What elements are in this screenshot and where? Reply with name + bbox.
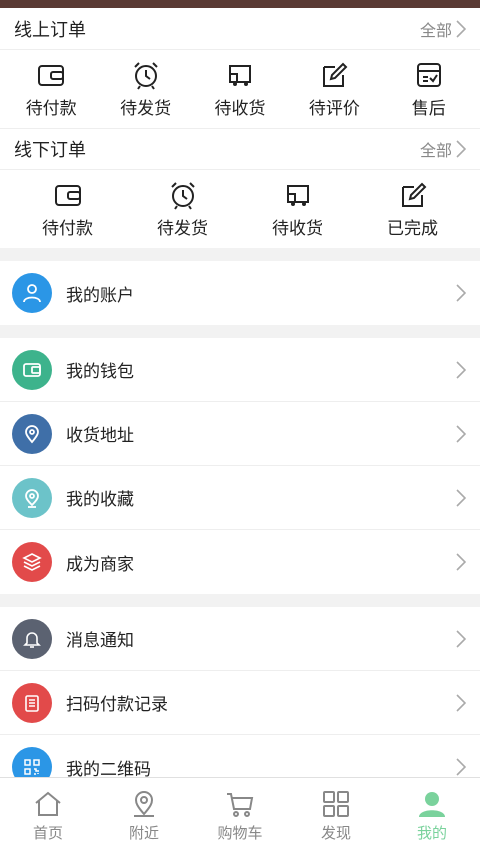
offline-orders-title: 线下订单 <box>14 140 86 161</box>
menu-item-my-account[interactable]: 我的账户 <box>0 261 480 325</box>
online-orders-all-link[interactable]: 全部 <box>420 17 466 41</box>
menu-item-label: 收货地址 <box>66 426 134 446</box>
menu-item-notifications[interactable]: 消息通知 <box>0 607 480 671</box>
menu-group-wallet: 我的钱包 收货地址 我的收藏 成为商家 <box>0 338 480 594</box>
user-icon <box>12 273 52 313</box>
offline-orders-row: 待付款 待发货 待收货 已完成 <box>0 170 480 248</box>
bell-icon <box>12 618 52 659</box>
tab-label: 首页 <box>32 824 63 842</box>
alarm-clock-icon <box>133 61 158 90</box>
layers-icon <box>12 542 52 582</box>
home-icon <box>35 791 61 816</box>
order-item-label: 待收货 <box>272 218 323 239</box>
wallet-icon <box>12 349 52 390</box>
chevron-right-icon <box>456 629 466 648</box>
chevron-right-icon <box>456 360 466 379</box>
online-orders-header: 线上订单 全部 <box>0 8 480 50</box>
online-orders-section: 线上订单 全部 待付款 待发货 待收货 待评价 售后 线下订单 全部 待付款 待… <box>0 8 480 248</box>
bottom-tab-bar: 首页 附近 购物车 发现 我的 <box>0 777 480 853</box>
delivery-truck-icon <box>228 64 251 86</box>
menu-item-shipping-address[interactable]: 收货地址 <box>0 402 480 466</box>
tab-mine[interactable]: 我的 <box>384 778 480 853</box>
menu-group-notifications: 消息通知 扫码付款记录 我的二维码 <box>0 607 480 777</box>
tab-label: 购物车 <box>217 824 263 842</box>
tab-cart[interactable]: 购物车 <box>192 778 288 853</box>
order-item-label: 待发货 <box>120 98 172 119</box>
offline-order-pending-shipment[interactable]: 待发货 <box>138 180 228 239</box>
chevron-right-icon <box>456 284 466 302</box>
chevron-right-icon <box>456 553 466 571</box>
order-item-label: 已完成 <box>387 218 438 239</box>
qr-code-icon <box>12 747 52 777</box>
alarm-clock-icon <box>170 181 195 210</box>
offline-order-pending-payment[interactable]: 待付款 <box>23 180 113 239</box>
offline-order-completed[interactable]: 已完成 <box>368 180 458 239</box>
all-label: 全部 <box>419 20 452 40</box>
menu-group-account: 我的账户 <box>0 261 480 325</box>
tab-home[interactable]: 首页 <box>0 778 96 853</box>
online-order-after-sales[interactable]: 售后 <box>384 60 474 119</box>
tab-discover[interactable]: 发现 <box>288 778 384 853</box>
tab-label: 附近 <box>128 824 159 842</box>
menu-item-my-qr-code[interactable]: 我的二维码 <box>0 735 480 777</box>
edit-icon <box>401 182 426 207</box>
order-item-label: 待付款 <box>25 98 77 119</box>
clipboard-icon <box>12 682 52 723</box>
online-order-pending-shipment[interactable]: 待发货 <box>101 60 191 119</box>
menu-item-scan-payment-records[interactable]: 扫码付款记录 <box>0 671 480 735</box>
order-item-label: 待付款 <box>42 218 93 239</box>
chevron-right-icon <box>456 693 466 712</box>
edit-icon <box>323 62 348 87</box>
chevron-right-icon <box>456 424 466 443</box>
order-item-label: 售后 <box>411 98 446 119</box>
grid-icon <box>323 791 349 817</box>
menu-item-become-merchant[interactable]: 成为商家 <box>0 530 480 594</box>
profile-icon <box>419 792 445 817</box>
order-item-label: 待收货 <box>214 98 266 119</box>
all-label: 全部 <box>419 141 452 160</box>
online-order-pending-payment[interactable]: 待付款 <box>6 60 96 119</box>
chevron-right-icon <box>456 19 466 38</box>
header-image-strip <box>0 0 480 8</box>
menu-item-label: 我的二维码 <box>66 759 151 778</box>
menu-item-label: 我的收藏 <box>66 490 134 510</box>
offline-orders-all-link[interactable]: 全部 <box>420 137 466 161</box>
menu-item-label: 消息通知 <box>66 631 134 651</box>
delivery-truck-icon <box>286 184 309 206</box>
online-orders-row: 待付款 待发货 待收货 待评价 售后 <box>0 50 480 128</box>
online-orders-title: 线上订单 <box>14 19 86 41</box>
tab-label: 我的 <box>416 824 447 842</box>
section-divider <box>0 325 480 338</box>
after-sales-box-icon <box>416 62 441 87</box>
menu-item-my-favorites[interactable]: 我的收藏 <box>0 466 480 530</box>
section-divider <box>0 594 480 607</box>
offline-order-pending-receipt[interactable]: 待收货 <box>253 180 343 239</box>
wallet-icon <box>38 64 65 86</box>
menu-item-label: 我的钱包 <box>66 362 134 382</box>
order-item-label: 待发货 <box>157 218 208 239</box>
online-order-pending-review[interactable]: 待评价 <box>289 60 379 119</box>
tab-nearby[interactable]: 附近 <box>96 778 192 853</box>
chevron-right-icon <box>456 758 466 776</box>
nearby-pin-icon <box>134 791 154 817</box>
menu-item-label: 成为商家 <box>66 554 134 575</box>
menu-item-label: 扫码付款记录 <box>66 695 168 715</box>
tab-label: 发现 <box>320 824 351 842</box>
chevron-right-icon <box>456 488 466 507</box>
location-pin-icon <box>12 413 52 454</box>
cart-icon <box>227 793 254 817</box>
favorite-pin-icon <box>12 477 52 518</box>
offline-orders-header: 线下订单 全部 <box>0 128 480 170</box>
menu-item-label: 我的账户 <box>66 285 134 306</box>
order-item-label: 待评价 <box>308 98 360 119</box>
online-order-pending-receipt[interactable]: 待收货 <box>195 60 285 119</box>
wallet-icon <box>54 184 81 206</box>
chevron-right-icon <box>456 140 466 158</box>
section-divider <box>0 248 480 261</box>
menu-item-my-wallet[interactable]: 我的钱包 <box>0 338 480 402</box>
